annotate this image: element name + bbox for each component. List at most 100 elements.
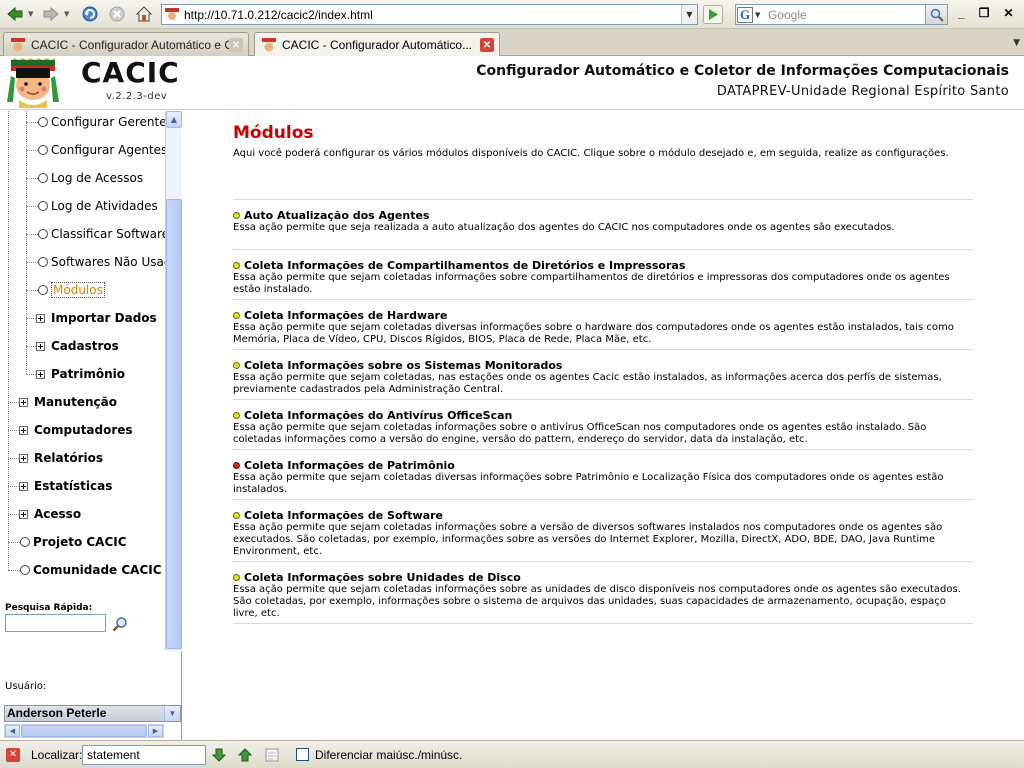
back-history-dropdown-icon[interactable]: ▼: [28, 10, 33, 18]
circle-bullet-icon: [38, 257, 48, 267]
match-case-label[interactable]: Diferenciar maiúsc./minúsc.: [315, 748, 462, 762]
back-button[interactable]: [4, 4, 26, 24]
module-title[interactable]: Coleta Informações de Hardware: [244, 309, 447, 322]
expand-plus-icon[interactable]: [19, 509, 28, 519]
module-title[interactable]: Coleta Informações sobre os Sistemas Mon…: [244, 359, 562, 372]
find-previous-arrow-icon[interactable]: [237, 747, 253, 763]
module-unidades-disco[interactable]: Coleta Informações sobre Unidades de Dis…: [233, 570, 973, 620]
scroll-thumb[interactable]: [166, 199, 182, 649]
module-compartilhamentos[interactable]: Coleta Informações de Compartilhamentos …: [233, 258, 973, 296]
go-button[interactable]: [703, 5, 723, 24]
scroll-thumb[interactable]: [21, 725, 147, 737]
page-intro: Aqui você poderá configurar os vários mó…: [233, 148, 949, 159]
sidebar-vertical-scrollbar[interactable]: ▲: [165, 111, 182, 651]
sidebar-item-computadores[interactable]: Computadores: [8, 420, 133, 440]
address-history-dropdown[interactable]: ▼: [681, 5, 697, 24]
search-engine-selector[interactable]: G ▼: [737, 6, 765, 23]
divider: [233, 399, 973, 400]
sidebar-item-importar-dados[interactable]: Importar Dados: [26, 308, 157, 328]
search-placeholder: Google: [768, 8, 807, 22]
home-button[interactable]: [133, 4, 155, 24]
sidebar-item-softwares-nao-usados[interactable]: Softwares Não Usac: [26, 252, 165, 272]
web-search-box[interactable]: G ▼ Google: [735, 4, 948, 25]
tab-2[interactable]: CACIC - Configurador Automático... ✕: [254, 32, 500, 57]
module-hardware[interactable]: Coleta Informações de Hardware Essa ação…: [233, 308, 973, 346]
tab-list-dropdown-icon[interactable]: ▼: [1013, 38, 1020, 48]
sidebar-item-projeto-cacic[interactable]: Projeto CACIC: [8, 532, 127, 552]
sidebar-item-acesso[interactable]: Acesso: [8, 504, 81, 524]
google-icon: G: [737, 6, 753, 23]
forward-button[interactable]: [40, 4, 62, 24]
module-patrimonio[interactable]: Coleta Informações de Patrimônio Essa aç…: [233, 458, 973, 496]
sidebar-item-classificar-software[interactable]: Classificar Software: [26, 224, 165, 244]
close-window-icon[interactable]: ✕: [1003, 6, 1013, 20]
status-bullet-icon: [233, 573, 240, 581]
expand-plus-icon[interactable]: [36, 313, 45, 323]
module-title[interactable]: Coleta Informações sobre Unidades de Dis…: [244, 571, 521, 584]
sidebar-item-label: Comunidade CACIC: [33, 563, 162, 577]
quick-search-input[interactable]: [5, 614, 106, 632]
module-software[interactable]: Coleta Informações de Software Essa ação…: [233, 508, 973, 558]
sidebar-item-comunidade-cacic[interactable]: Comunidade CACIC: [8, 560, 162, 580]
module-description: Essa ação permite que sejam coletadas in…: [233, 584, 961, 619]
module-sistemas-monitorados[interactable]: Coleta Informações sobre os Sistemas Mon…: [233, 358, 973, 396]
expand-plus-icon[interactable]: [19, 425, 28, 435]
find-input[interactable]: statement: [82, 745, 206, 765]
circle-bullet-icon: [38, 285, 48, 295]
sidebar-horizontal-scrollbar[interactable]: ◀ ▶: [4, 724, 164, 738]
expand-plus-icon[interactable]: [19, 453, 28, 463]
sidebar-item-configurar-gerente[interactable]: Configurar Gerente: [26, 112, 165, 132]
scroll-right-icon[interactable]: ▶: [148, 725, 163, 737]
site-favicon-icon: [11, 37, 25, 51]
highlight-all-icon[interactable]: [264, 747, 280, 763]
minimize-icon[interactable]: _: [958, 6, 965, 20]
find-next-arrow-icon[interactable]: [211, 747, 227, 763]
window-controls: _ ❐ ✕: [958, 6, 1014, 20]
module-title[interactable]: Coleta Informações de Software: [244, 509, 443, 522]
module-title[interactable]: Coleta Informações de Compartilhamentos …: [244, 259, 685, 272]
chevron-down-icon[interactable]: ▼: [164, 706, 180, 721]
sidebar-item-label: Cadastros: [51, 339, 119, 353]
scroll-up-icon[interactable]: ▲: [166, 111, 182, 128]
main-content: Módulos Aqui você poderá configurar os v…: [183, 111, 1024, 740]
expand-plus-icon[interactable]: [19, 481, 28, 491]
expand-plus-icon[interactable]: [36, 369, 45, 379]
module-title[interactable]: Coleta Informações de Patrimônio: [244, 459, 455, 472]
sidebar-item-configurar-agentes[interactable]: Configurar Agentes: [26, 140, 165, 160]
magnifier-icon[interactable]: [112, 616, 128, 632]
stop-button[interactable]: [106, 4, 128, 24]
expand-plus-icon[interactable]: [19, 397, 28, 407]
status-bullet-icon: [233, 261, 240, 269]
tab-1[interactable]: CACIC - Configurador Automático e C... ✕: [3, 32, 249, 56]
close-tab-icon[interactable]: ✕: [480, 38, 494, 52]
circle-bullet-icon: [38, 117, 48, 127]
reload-button[interactable]: [79, 4, 101, 24]
expand-plus-icon[interactable]: [36, 341, 45, 351]
browser-toolbar: ▼ ▼ http://10.71.0.212/cacic2/index.html…: [0, 0, 1024, 29]
forward-history-dropdown-icon[interactable]: ▼: [64, 10, 69, 18]
sidebar-item-log-de-atividades[interactable]: Log de Atividades: [26, 196, 158, 216]
sidebar-item-estatisticas[interactable]: Estatísticas: [8, 476, 112, 496]
sidebar-item-label: Patrimônio: [51, 367, 125, 381]
sidebar-item-label: Manutenção: [34, 395, 117, 409]
sidebar-item-label: Importar Dados: [51, 311, 157, 325]
close-find-bar-icon[interactable]: ✕: [6, 748, 20, 762]
user-select[interactable]: Anderson Peterle ▼: [4, 705, 181, 722]
sidebar-item-cadastros[interactable]: Cadastros: [26, 336, 119, 356]
module-auto-atualizacao[interactable]: Auto Atualização dos Agentes Essa ação p…: [233, 208, 973, 234]
restore-icon[interactable]: ❐: [979, 6, 990, 20]
address-bar[interactable]: http://10.71.0.212/cacic2/index.html ▼: [161, 4, 698, 25]
close-tab-icon[interactable]: ✕: [229, 38, 243, 52]
sidebar-item-log-de-acessos[interactable]: Log de Acessos: [26, 168, 143, 188]
module-title[interactable]: Coleta Informações do Antivírus OfficeSc…: [244, 409, 512, 422]
divider: [233, 561, 973, 562]
sidebar-item-modulos[interactable]: Módulos: [26, 280, 105, 300]
match-case-checkbox[interactable]: [296, 748, 309, 761]
search-go-button[interactable]: [925, 5, 947, 24]
sidebar-item-manutencao[interactable]: Manutenção: [8, 392, 117, 412]
sidebar-item-relatorios[interactable]: Relatórios: [8, 448, 103, 468]
sidebar-item-patrimonio[interactable]: Patrimônio: [26, 364, 125, 384]
module-antivirus[interactable]: Coleta Informações do Antivírus OfficeSc…: [233, 408, 973, 446]
module-title[interactable]: Auto Atualização dos Agentes: [244, 209, 429, 222]
scroll-left-icon[interactable]: ◀: [5, 725, 20, 737]
